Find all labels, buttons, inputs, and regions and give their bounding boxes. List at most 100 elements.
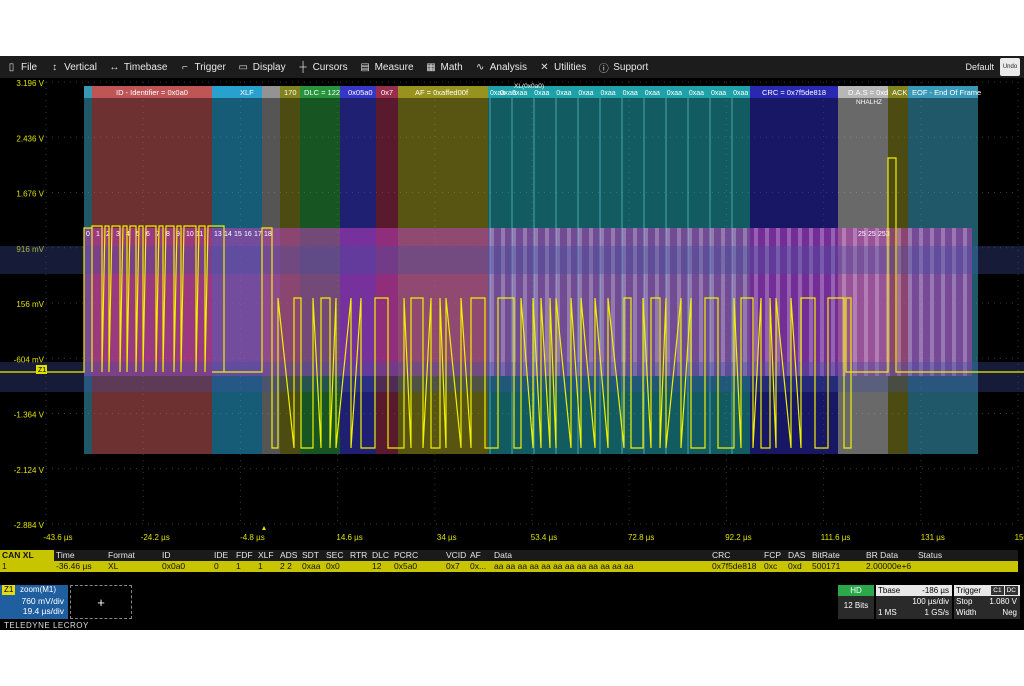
column-header[interactable]: BR Data bbox=[866, 550, 898, 561]
bit-number-label: 6 bbox=[146, 231, 150, 238]
x-tick-label: 111.6 µs bbox=[821, 533, 851, 542]
hd-descriptor[interactable]: HD 12 Bits bbox=[838, 585, 874, 619]
menu-timebase[interactable]: ↔ Timebase bbox=[103, 56, 174, 78]
column-header[interactable]: VCID bbox=[446, 550, 466, 561]
tbase-points: 1 MS bbox=[878, 608, 897, 617]
bit-number-label: 8 bbox=[166, 231, 170, 238]
column-header[interactable]: ADS bbox=[280, 550, 297, 561]
menu-label: Vertical bbox=[64, 61, 97, 73]
column-header[interactable]: BitRate bbox=[812, 550, 840, 561]
y-tick-label: 156 mV bbox=[16, 300, 44, 309]
menu-file[interactable]: ▯ File bbox=[0, 56, 43, 78]
menu-label: Measure bbox=[374, 61, 414, 73]
data-byte-label: 0xaa bbox=[733, 90, 748, 97]
y-tick-label: 3.196 V bbox=[16, 79, 44, 88]
table-cell: 0x7 bbox=[446, 561, 460, 571]
tbase-offset: -186 µs bbox=[922, 586, 949, 595]
data-byte-label: 0xaa bbox=[534, 90, 549, 97]
bit-number-label: 13 bbox=[214, 231, 222, 238]
zoom-vdiv: 760 mV/div bbox=[21, 596, 64, 606]
info-icon: ⓘ bbox=[598, 63, 609, 75]
column-header[interactable]: Format bbox=[108, 550, 135, 561]
menu-support[interactable]: ⓘ Support bbox=[592, 56, 654, 78]
waveform-display[interactable]: 3.196 V 2.436 V 1.676 V 916 mV 156 mV -604 mV… bbox=[0, 78, 1024, 546]
table-cell: 0x7f5de818 bbox=[712, 561, 757, 571]
zoom-title: zoom(M1) bbox=[20, 585, 57, 594]
x-tick-label: 150.4 µs bbox=[1015, 533, 1024, 542]
hd-badge: HD bbox=[838, 585, 874, 596]
decode-field-label: 0x7 bbox=[381, 88, 393, 97]
decode-field-label: XLF bbox=[240, 88, 254, 97]
menu-display[interactable]: ▭ Display bbox=[232, 56, 292, 78]
default-setup-label[interactable]: Default bbox=[965, 62, 994, 72]
column-header[interactable]: PCRC bbox=[394, 550, 418, 561]
tbase-div: 100 µs/div bbox=[912, 597, 949, 606]
table-cell: 2 2 bbox=[280, 561, 292, 571]
table-cell: 500171 bbox=[812, 561, 841, 571]
decode-field-label: AF = 0xaffed00f bbox=[415, 88, 469, 97]
table-cell: -36.46 µs bbox=[56, 561, 92, 571]
menu-trigger[interactable]: ⌐ Trigger bbox=[173, 56, 231, 78]
menu-utilities[interactable]: ✕ Utilities bbox=[533, 56, 592, 78]
menu-label: Support bbox=[613, 61, 649, 73]
trigger-level: 1.080 V bbox=[989, 597, 1017, 606]
menu-analysis[interactable]: ∿ Analysis bbox=[469, 56, 533, 78]
column-header[interactable]: XLF bbox=[258, 550, 274, 561]
column-header[interactable]: RTR bbox=[350, 550, 367, 561]
column-header[interactable]: Status bbox=[918, 550, 942, 561]
decode-field-label: EOF - End Of Frame bbox=[912, 88, 981, 97]
table-cell: 0x5a0 bbox=[394, 561, 418, 571]
decode-table-row[interactable]: 1 -36.46 µs XL 0x0a0 0 1 1 2 2 0xaa 0x0 12 0x5a0 0x7… bbox=[0, 561, 1018, 572]
decode-field-label: D.A.S = 0xd bbox=[848, 88, 888, 97]
menu-label: Trigger bbox=[194, 61, 226, 73]
column-header[interactable]: FDF bbox=[236, 550, 253, 561]
frame-label: XL(0x0a0) bbox=[514, 83, 544, 90]
menu-math[interactable]: ▦ Math bbox=[420, 56, 469, 78]
menu-cursors[interactable]: ┼ Cursors bbox=[292, 56, 354, 78]
leftright-arrows-icon: ↔ bbox=[109, 61, 120, 73]
table-cell: 0 bbox=[214, 561, 219, 571]
bit-number-label: 18 bbox=[264, 231, 272, 238]
y-tick-label: -2.124 V bbox=[14, 466, 45, 475]
table-cell: 1 bbox=[258, 561, 263, 571]
column-header[interactable]: SDT bbox=[302, 550, 319, 561]
decode-field-header bbox=[212, 86, 262, 98]
menu-bar: ▯ File ↕ Vertical ↔ Timebase ⌐ Trigger ▭ Display ┼… bbox=[0, 56, 1024, 78]
menu-label: Math bbox=[440, 61, 463, 73]
column-header[interactable]: AF bbox=[470, 550, 481, 561]
column-header[interactable]: SEC bbox=[326, 550, 343, 561]
tbase-title: Tbase bbox=[878, 586, 901, 595]
menu-vertical[interactable]: ↕ Vertical bbox=[43, 56, 103, 78]
tools-icon: ✕ bbox=[540, 61, 549, 73]
column-header[interactable]: IDE bbox=[214, 550, 228, 561]
trigger-descriptor[interactable]: Trigger C1 DC Stop 1.080 V Width Neg bbox=[954, 585, 1020, 619]
trigger-position-marker bbox=[262, 526, 266, 530]
y-tick-label: 1.676 V bbox=[16, 190, 44, 199]
column-header[interactable]: CRC bbox=[712, 550, 730, 561]
undo-button[interactable]: Undo bbox=[1000, 58, 1020, 76]
column-header[interactable]: Time bbox=[56, 550, 75, 561]
data-byte-label: 0xaa bbox=[645, 90, 660, 97]
bit-number-label: 25 bbox=[858, 231, 866, 238]
trigger-icon: ⌐ bbox=[182, 61, 188, 73]
data-byte-label: 0xaa bbox=[512, 90, 527, 97]
column-header[interactable]: ID bbox=[162, 550, 171, 561]
decode-table-header: CAN XL Time Format ID IDE FDF XLF ADS SDT SEC RTR D… bbox=[0, 550, 1018, 561]
trigger-title: Trigger bbox=[956, 586, 982, 595]
zoom-descriptor[interactable]: Z1 zoom(M1) 760 mV/div 19.4 µs/div bbox=[0, 585, 68, 619]
column-header[interactable]: Data bbox=[494, 550, 512, 561]
add-trace-button[interactable]: + bbox=[70, 585, 132, 619]
column-header[interactable]: DLC bbox=[372, 550, 389, 561]
decode-table-title[interactable]: CAN XL bbox=[0, 550, 54, 561]
menu-measure[interactable]: ▤ Measure bbox=[354, 56, 420, 78]
column-header[interactable]: FCP bbox=[764, 550, 781, 561]
column-header[interactable]: DAS bbox=[788, 550, 805, 561]
measure-icon: ▤ bbox=[360, 61, 370, 73]
updown-arrows-icon: ↕ bbox=[52, 61, 58, 73]
timebase-descriptor[interactable]: Tbase -186 µs 100 µs/div 1 MS 1 GS/s bbox=[876, 585, 952, 619]
x-tick-label: -43.6 µs bbox=[43, 533, 72, 542]
bit-number-label: 10 bbox=[186, 231, 194, 238]
data-byte-label: 0xaa bbox=[601, 90, 616, 97]
hd-bits: 12 Bits bbox=[843, 601, 869, 610]
zoom-tdiv: 19.4 µs/div bbox=[22, 606, 64, 616]
